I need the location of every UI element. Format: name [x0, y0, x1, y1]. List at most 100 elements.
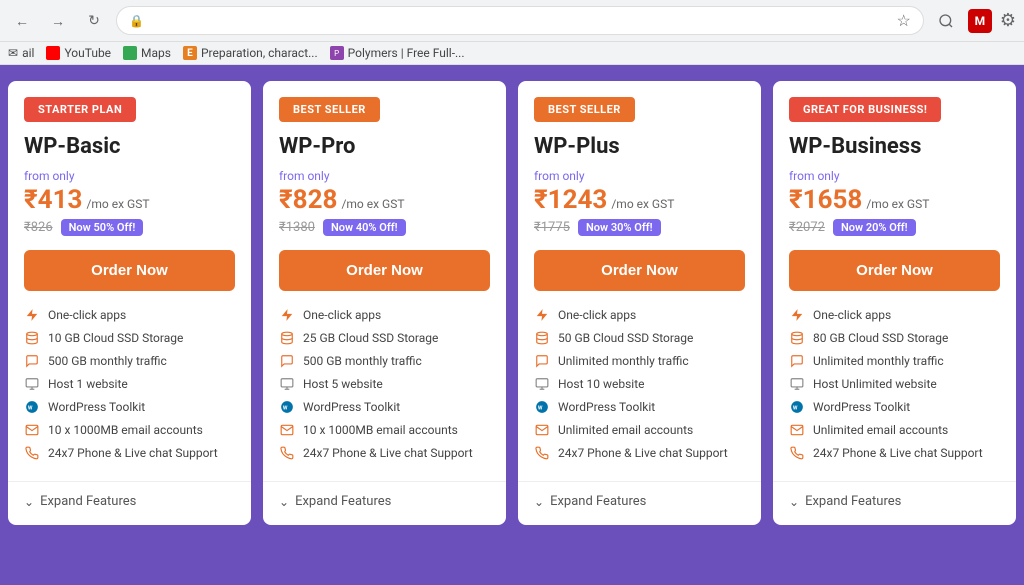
- feature-item-1-0: One-click apps: [279, 307, 490, 323]
- extension-icon[interactable]: M: [968, 9, 992, 33]
- svg-text:W: W: [538, 405, 543, 411]
- feature-item-0-4: W WordPress Toolkit: [24, 399, 235, 415]
- feature-icon-traffic: [534, 353, 550, 369]
- bookmark-maps-label: Maps: [141, 46, 171, 60]
- price-row-1: ₹828 /mo ex GST: [279, 185, 490, 215]
- expand-row-3[interactable]: ⌄ Expand Features: [773, 481, 1016, 509]
- order-button-2[interactable]: Order Now: [534, 250, 745, 291]
- feature-text: Unlimited monthly traffic: [558, 354, 689, 368]
- discount-row-1: ₹1380 Now 40% Off!: [279, 219, 490, 236]
- from-only-2: from only: [534, 169, 745, 183]
- bookmark-preparation-label: Preparation, charact...: [201, 46, 318, 60]
- expand-row-0[interactable]: ⌄ Expand Features: [8, 481, 251, 509]
- price-row-0: ₹413 /mo ex GST: [24, 185, 235, 215]
- feature-icon-storage: [279, 330, 295, 346]
- feature-icon-lightning: [789, 307, 805, 323]
- feature-icon-storage: [534, 330, 550, 346]
- feature-item-1-5: 10 x 1000MB email accounts: [279, 422, 490, 438]
- bookmarks-bar: ✉ ail YouTube Maps E Preparation, charac…: [0, 42, 1024, 65]
- feature-item-2-2: Unlimited monthly traffic: [534, 353, 745, 369]
- feature-item-2-4: W WordPress Toolkit: [534, 399, 745, 415]
- plans-grid: STARTER PLAN WP-Basic from only ₹413 /mo…: [8, 81, 1016, 525]
- feature-item-2-0: One-click apps: [534, 307, 745, 323]
- bookmark-mail[interactable]: ✉ ail: [8, 46, 34, 60]
- feature-text: Host 5 website: [303, 377, 383, 391]
- feature-icon-support: [534, 445, 550, 461]
- discount-row-0: ₹826 Now 50% Off!: [24, 219, 235, 236]
- plan-name-1: WP-Pro: [279, 134, 490, 159]
- plan-body-0: WP-Basic from only ₹413 /mo ex GST ₹826 …: [8, 122, 251, 473]
- search-button[interactable]: [932, 7, 960, 35]
- feature-text: One-click apps: [48, 308, 126, 322]
- feature-item-0-0: One-click apps: [24, 307, 235, 323]
- feature-text: WordPress Toolkit: [48, 400, 145, 414]
- feature-text: 24x7 Phone & Live chat Support: [48, 446, 218, 460]
- bookmark-youtube[interactable]: YouTube: [46, 46, 111, 60]
- discount-badge-0: Now 50% Off!: [61, 219, 144, 236]
- feature-item-0-6: 24x7 Phone & Live chat Support: [24, 445, 235, 461]
- expand-row-1[interactable]: ⌄ Expand Features: [263, 481, 506, 509]
- plan-card-3: GREAT FOR BUSINESS! WP-Business from onl…: [773, 81, 1016, 525]
- plan-card-1: BEST SELLER WP-Pro from only ₹828 /mo ex…: [263, 81, 506, 525]
- mail-icon: ✉: [8, 46, 18, 60]
- price-row-2: ₹1243 /mo ex GST: [534, 185, 745, 215]
- search-icon: [938, 13, 954, 29]
- bookmark-polymers[interactable]: P Polymers | Free Full-...: [330, 46, 465, 60]
- extensions-button[interactable]: ⚙: [1000, 10, 1016, 31]
- order-button-3[interactable]: Order Now: [789, 250, 1000, 291]
- feature-text: 50 GB Cloud SSD Storage: [558, 331, 693, 345]
- expand-label-0: Expand Features: [40, 494, 136, 509]
- feature-item-2-3: Host 10 website: [534, 376, 745, 392]
- feature-text: 500 GB monthly traffic: [48, 354, 167, 368]
- feature-text: WordPress Toolkit: [558, 400, 655, 414]
- features-list-0: One-click apps 10 GB Cloud SSD Storage 5…: [24, 307, 235, 461]
- plan-badge-2: BEST SELLER: [534, 97, 635, 122]
- bookmark-star-icon[interactable]: ☆: [897, 11, 911, 30]
- feature-item-2-5: Unlimited email accounts: [534, 422, 745, 438]
- reload-button[interactable]: ↻: [80, 7, 108, 35]
- expand-row-2[interactable]: ⌄ Expand Features: [518, 481, 761, 509]
- feature-item-3-1: 80 GB Cloud SSD Storage: [789, 330, 1000, 346]
- feature-icon-email: [279, 422, 295, 438]
- feature-icon-email: [534, 422, 550, 438]
- price-suffix-0: /mo ex GST: [86, 197, 149, 211]
- feature-text: 500 GB monthly traffic: [303, 354, 422, 368]
- original-price-3: ₹2072: [789, 220, 825, 235]
- plan-badge-0: STARTER PLAN: [24, 97, 136, 122]
- main-content: STARTER PLAN WP-Basic from only ₹413 /mo…: [0, 65, 1024, 549]
- bookmark-maps[interactable]: Maps: [123, 46, 171, 60]
- discount-badge-2: Now 30% Off!: [578, 219, 661, 236]
- feature-item-0-1: 10 GB Cloud SSD Storage: [24, 330, 235, 346]
- price-row-3: ₹1658 /mo ex GST: [789, 185, 1000, 215]
- expand-chevron-icon-2: ⌄: [534, 495, 544, 509]
- feature-item-0-2: 500 GB monthly traffic: [24, 353, 235, 369]
- price-suffix-2: /mo ex GST: [611, 197, 674, 211]
- from-only-3: from only: [789, 169, 1000, 183]
- plan-card-2: BEST SELLER WP-Plus from only ₹1243 /mo …: [518, 81, 761, 525]
- order-button-0[interactable]: Order Now: [24, 250, 235, 291]
- discount-row-2: ₹1775 Now 30% Off!: [534, 219, 745, 236]
- plan-name-0: WP-Basic: [24, 134, 235, 159]
- features-list-2: One-click apps 50 GB Cloud SSD Storage U…: [534, 307, 745, 461]
- feature-text: 24x7 Phone & Live chat Support: [558, 446, 728, 460]
- feature-text: 80 GB Cloud SSD Storage: [813, 331, 948, 345]
- feature-icon-wp: W: [24, 399, 40, 415]
- feature-item-2-1: 50 GB Cloud SSD Storage: [534, 330, 745, 346]
- price-suffix-3: /mo ex GST: [866, 197, 929, 211]
- feature-item-3-6: 24x7 Phone & Live chat Support: [789, 445, 1000, 461]
- plan-card-0: STARTER PLAN WP-Basic from only ₹413 /mo…: [8, 81, 251, 525]
- maps-icon: [123, 46, 137, 60]
- feature-icon-support: [24, 445, 40, 461]
- feature-icon-wp: W: [534, 399, 550, 415]
- back-button[interactable]: ←: [8, 7, 36, 35]
- feature-icon-email: [789, 422, 805, 438]
- bookmark-preparation[interactable]: E Preparation, charact...: [183, 46, 318, 60]
- feature-icon-host: [24, 376, 40, 392]
- feature-text: Host Unlimited website: [813, 377, 937, 391]
- address-bar[interactable]: 🔒 ☆: [116, 6, 924, 35]
- order-button-1[interactable]: Order Now: [279, 250, 490, 291]
- expand-label-2: Expand Features: [550, 494, 646, 509]
- feature-icon-wp: W: [279, 399, 295, 415]
- features-list-3: One-click apps 80 GB Cloud SSD Storage U…: [789, 307, 1000, 461]
- forward-button[interactable]: →: [44, 7, 72, 35]
